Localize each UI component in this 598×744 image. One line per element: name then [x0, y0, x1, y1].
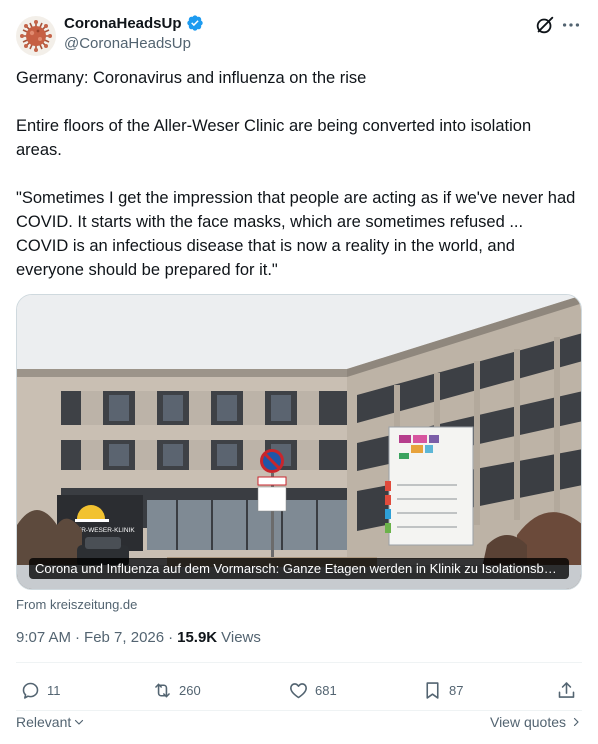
link-card-image[interactable]: ALLER-WESER-KLINIK Corona und Influenza …: [16, 294, 582, 590]
view-quotes-link[interactable]: View quotes: [490, 714, 582, 730]
clinic-building-photo: ALLER-WESER-KLINIK: [17, 295, 581, 589]
share-button[interactable]: [556, 680, 577, 701]
view-quotes-label: View quotes: [489, 714, 566, 730]
repost-icon: [155, 683, 170, 698]
divider: [16, 710, 582, 711]
tweet-time[interactable]: 9:07 AM: [16, 629, 71, 646]
like-button[interactable]: 681: [288, 680, 337, 701]
views-count: 15.9K: [177, 629, 218, 646]
meta-separator: ·: [75, 629, 81, 646]
reply-icon: [22, 682, 39, 699]
grok-icon: [536, 16, 554, 34]
heart-icon: [290, 683, 307, 699]
more-horizontal-icon: [562, 23, 580, 27]
bookmark-icon: [426, 682, 439, 699]
share-icon: [558, 682, 575, 698]
reply-count: 11: [47, 683, 61, 698]
tweet-meta: 9:07 AM · Feb 7, 2026 · 15.9K Views: [16, 629, 261, 646]
tweet-text: Germany: Coronavirus and influenza on th…: [16, 66, 576, 282]
meta-separator: ·: [168, 629, 174, 646]
tweet-paragraph: "Sometimes I get the impression that peo…: [16, 189, 576, 279]
replies-footer: Relevant View quotes: [16, 712, 582, 734]
reply-sort-dropdown[interactable]: Relevant: [16, 714, 85, 730]
author-avatar[interactable]: [16, 16, 56, 56]
repost-count: 260: [179, 683, 201, 698]
tweet-header: CoronaHeadsUp @CoronaHeadsUp: [16, 12, 582, 56]
chevron-right-icon: [573, 717, 579, 727]
bookmark-count: 87: [449, 683, 464, 698]
like-count: 681: [315, 683, 337, 698]
author-handle[interactable]: @CoronaHeadsUp: [64, 35, 191, 52]
tweet-paragraph: Entire floors of the Aller-Weser Clinic …: [16, 117, 532, 159]
views-label: Views: [221, 629, 261, 646]
reply-button[interactable]: 11: [20, 680, 61, 701]
bookmark-button[interactable]: 87: [422, 680, 463, 701]
grok-button[interactable]: [534, 14, 556, 36]
link-card-title: Corona und Influenza auf dem Vormarsch: …: [29, 558, 569, 579]
verified-badge-icon: [186, 15, 203, 31]
author-name-row: CoronaHeadsUp: [64, 14, 204, 32]
more-options-button[interactable]: [560, 14, 582, 36]
chevron-down-icon: [75, 719, 84, 725]
author-display-name[interactable]: CoronaHeadsUp: [64, 15, 182, 32]
tweet-paragraph: Germany: Coronavirus and influenza on th…: [16, 69, 367, 87]
tweet-actions: 11 260 681 87: [16, 672, 582, 710]
link-source[interactable]: From kreiszeitung.de: [16, 597, 137, 612]
divider: [16, 662, 582, 663]
reply-sort-label: Relevant: [16, 714, 72, 730]
repost-button[interactable]: 260: [152, 680, 201, 701]
tweet-date[interactable]: Feb 7, 2026: [84, 629, 164, 646]
coronavirus-avatar-icon: [20, 20, 52, 52]
